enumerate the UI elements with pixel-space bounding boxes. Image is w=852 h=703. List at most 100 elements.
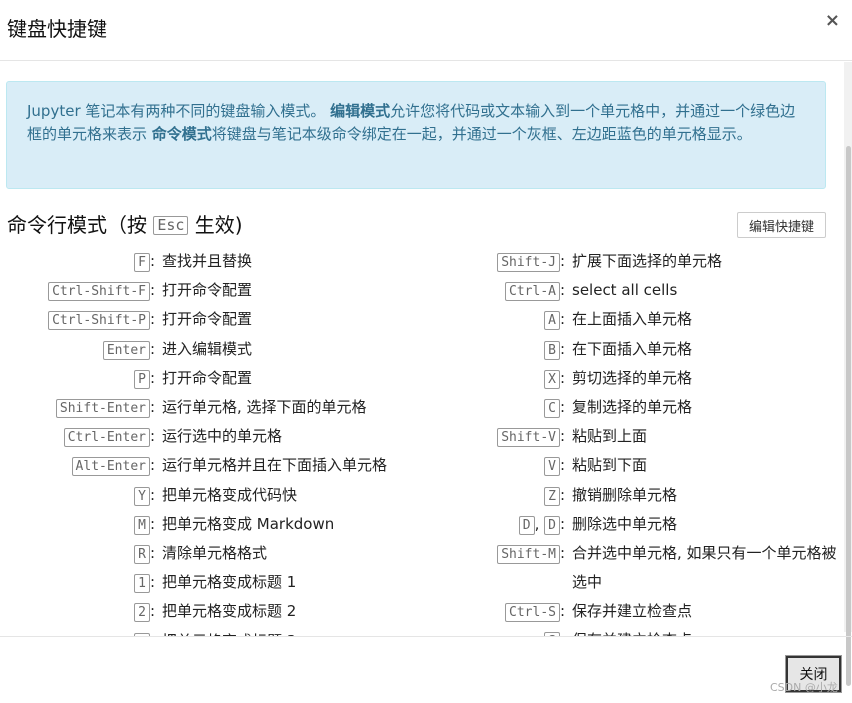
shortcut-row: Shift-M: 合并选中单元格, 如果只有一个单元格被选中 (450, 539, 837, 597)
dialog-title: 键盘快捷键 (7, 17, 107, 41)
key-cap: Alt-Enter (71, 457, 150, 477)
shortcut-description: 在上面插入单元格 (572, 310, 693, 329)
key-cap: Shift-Enter (55, 399, 150, 418)
shortcut-keys: F (0, 247, 150, 276)
shortcut-row: A: 在上面插入单元格 (450, 305, 837, 334)
key-cap: Enter (102, 340, 150, 360)
key-cap: 1 (134, 574, 150, 594)
shortcut-description: 进入编辑模式 (162, 339, 253, 358)
key-cap: Shift-M (497, 545, 560, 564)
shortcut-description: select all cells (572, 281, 678, 300)
shortcut-keys: D, D (450, 510, 560, 539)
shortcut-description: 保存并建立检查点 (572, 626, 837, 636)
shortcut-colon: : (560, 514, 566, 533)
shortcut-row: Alt-Enter: 运行单元格并且在下面插入单元格 (0, 451, 387, 480)
close-icon[interactable]: × (825, 10, 840, 31)
shortcut-keys: Shift-J (450, 247, 560, 276)
dialog-header: 键盘快捷键 × (0, 0, 852, 61)
shortcut-row: R: 清除单元格格式 (0, 539, 267, 568)
info-text-1: Jupyter 笔记本有两种不同的键盘输入模式。 (27, 102, 331, 120)
shortcut-description: 粘贴到上面 (572, 427, 648, 446)
shortcut-row: Z: 撤销删除单元格 (450, 481, 837, 510)
shortcut-keys: Shift-M (450, 539, 560, 597)
shortcut-colon: : (560, 456, 566, 475)
shortcut-keys: P (0, 364, 150, 393)
edit-shortcuts-button[interactable]: 编辑快捷键 (737, 212, 826, 238)
shortcut-description: 删除选中单元格 (572, 514, 678, 533)
key-cap: M (134, 515, 150, 535)
shortcut-keys: S (450, 626, 560, 636)
info-alert: Jupyter 笔记本有两种不同的键盘输入模式。 编辑模式允许您将代码或文本输入… (6, 81, 826, 189)
scrollbar[interactable] (844, 62, 852, 686)
section-title-prefix: 命令行模式（按 (7, 213, 154, 237)
shortcut-colon: : (560, 281, 566, 300)
shortcut-keys: V (450, 451, 560, 480)
command-mode-label: 命令模式 (151, 125, 212, 143)
shortcut-row: Ctrl-A: select all cells (450, 276, 837, 305)
shortcut-colon: : (150, 573, 156, 592)
key-cap: Y (134, 486, 150, 506)
shortcut-keys: 1 (0, 568, 150, 597)
shortcut-row: F: 查找并且替换 (0, 247, 252, 276)
dialog-footer (0, 636, 852, 703)
key-cap: Ctrl-Shift-P (48, 311, 150, 331)
shortcut-colon: : (560, 602, 566, 620)
key-cap: Shift-V (497, 428, 560, 448)
shortcut-colon: : (560, 398, 566, 416)
shortcut-colon: : (150, 339, 156, 358)
shortcut-keys: R (0, 539, 150, 568)
shortcut-colon: : (560, 310, 566, 329)
shortcut-colon: : (560, 339, 566, 358)
shortcut-row: P: 打开命令配置 (0, 364, 252, 393)
esc-key: Esc (153, 216, 189, 235)
shortcut-row: S:保存并建立检查点 (450, 626, 837, 636)
shortcut-colon: : (560, 252, 566, 270)
shortcut-keys: Shift-V (450, 422, 560, 451)
key-cap: Shift-J (497, 253, 560, 272)
shortcut-colon: : (150, 602, 156, 621)
key-cap: D (518, 515, 535, 535)
shortcut-keys: Ctrl-S (450, 597, 560, 626)
shortcut-keys: 3 (0, 627, 150, 636)
scrollbar-thumb[interactable] (846, 146, 851, 686)
shortcut-row: Ctrl-S: 保存并建立检查点 (450, 597, 837, 626)
shortcut-keys: Ctrl-Enter (0, 422, 150, 451)
shortcut-row: Y: 把单元格变成代码快 (0, 481, 297, 510)
shortcut-description: 粘贴到下面 (572, 456, 648, 475)
shortcut-description: 剪切选择的单元格 (572, 368, 693, 387)
shortcut-description: 撤销删除单元格 (572, 485, 678, 504)
shortcut-row: Shift-J: 扩展下面选择的单元格 (450, 247, 837, 276)
shortcut-row: Shift-V: 粘贴到上面 (450, 422, 837, 451)
key-cap: A (544, 311, 560, 331)
shortcut-description: 把单元格变成标题 1 (162, 573, 297, 592)
key-cap: 2 (134, 603, 150, 623)
shortcut-colon: : (150, 310, 156, 329)
shortcut-colon: : (150, 281, 156, 300)
shortcut-description: 把单元格变成代码快 (162, 485, 298, 504)
shortcut-row: Enter: 进入编辑模式 (0, 335, 252, 364)
shortcut-keys: A (450, 305, 560, 334)
shortcut-description: 运行单元格, 选择下面的单元格 (162, 398, 367, 416)
shortcut-colon: : (150, 368, 156, 387)
shortcut-description: 打开命令配置 (162, 368, 253, 387)
watermark: CSDN @小龙 (770, 681, 838, 694)
shortcut-description: 打开命令配置 (162, 281, 253, 300)
key-cap: R (134, 545, 150, 564)
shortcut-description: 打开命令配置 (162, 310, 253, 329)
shortcut-row: 2: 把单元格变成标题 2 (0, 597, 296, 626)
shortcut-row: D, D: 删除选中单元格 (450, 510, 837, 539)
shortcut-description: 运行选中的单元格 (162, 427, 283, 446)
key-cap: D (544, 515, 560, 535)
shortcut-keys: Shift-Enter (0, 393, 150, 422)
shortcut-keys: 2 (0, 597, 150, 626)
shortcut-keys: B (450, 335, 560, 364)
shortcut-keys: Z (450, 481, 560, 510)
shortcut-description: 合并选中单元格, 如果只有一个单元格被选中 (572, 544, 837, 591)
shortcut-colon: : (560, 626, 572, 636)
shortcut-colon: : (560, 544, 566, 562)
shortcut-colon: : (150, 398, 156, 416)
key-cap: Ctrl-A (505, 282, 560, 302)
shortcut-keys: Alt-Enter (0, 451, 150, 480)
shortcut-keys: X (450, 364, 560, 393)
shortcut-description: 保存并建立检查点 (572, 602, 693, 620)
